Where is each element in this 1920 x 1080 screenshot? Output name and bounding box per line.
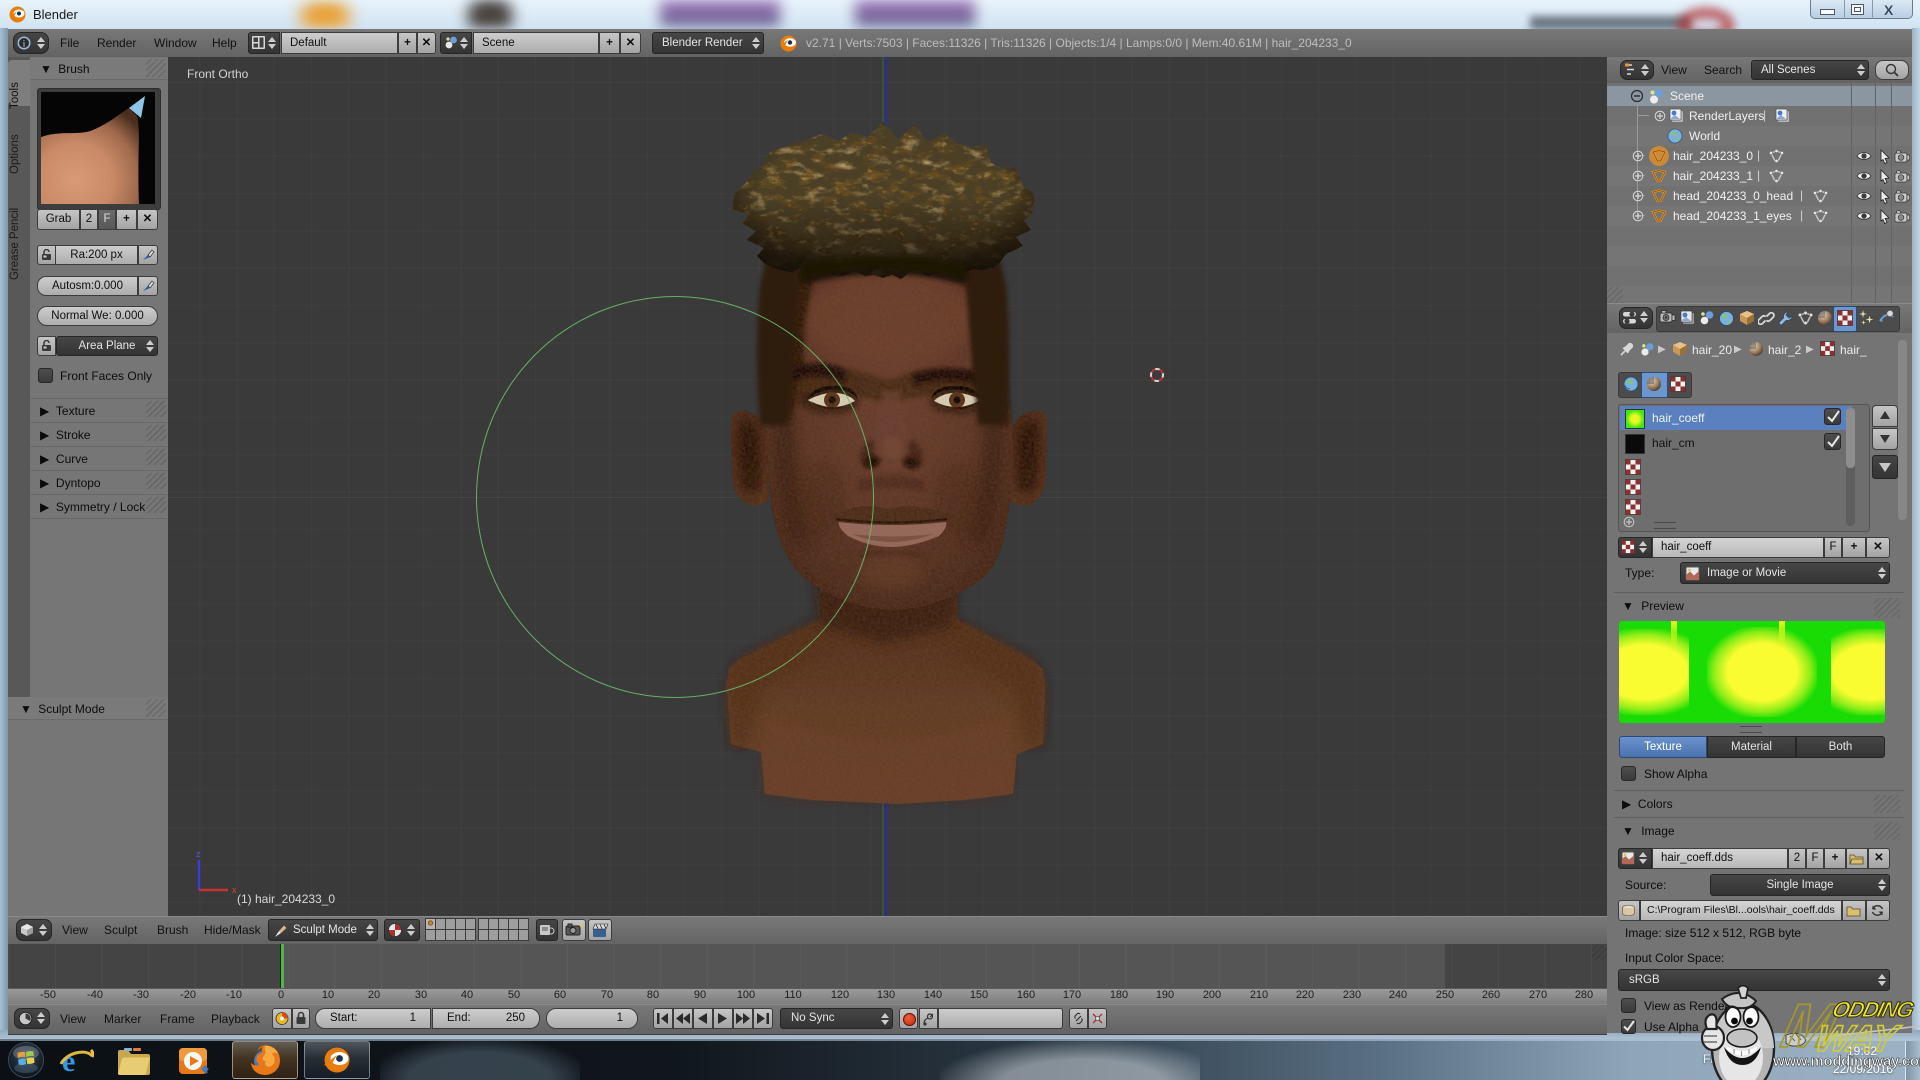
svg-text:z: z [196, 849, 201, 859]
svg-text:www.moddingway.com: www.moddingway.com [1772, 1053, 1920, 1070]
